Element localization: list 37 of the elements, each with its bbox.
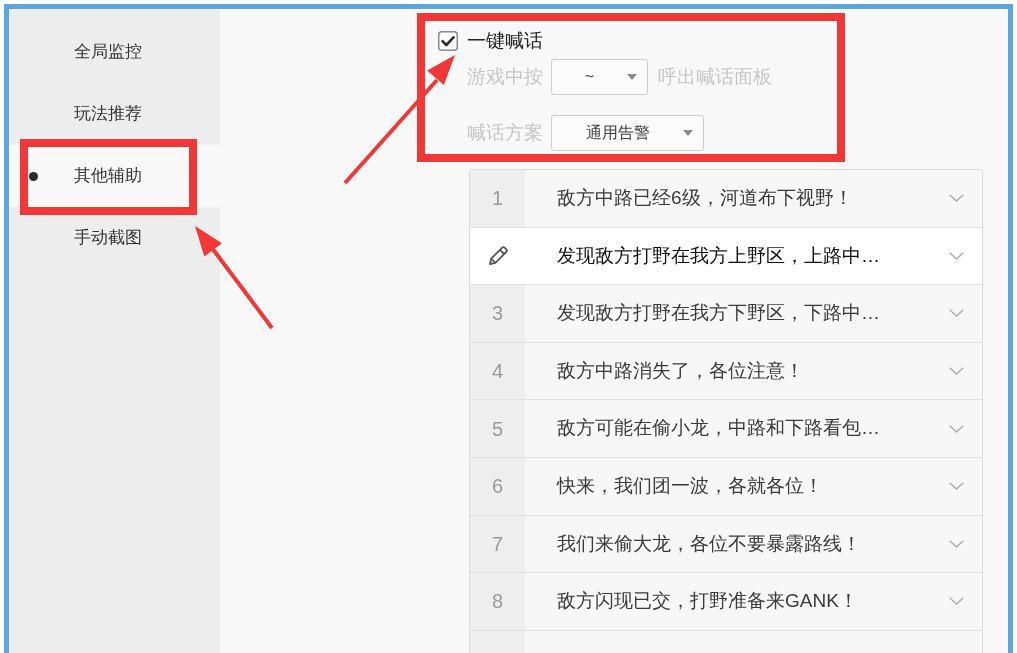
phrase-text: 敌方闪现已交，打野准备来GANK！	[557, 589, 859, 614]
row-number: 4	[491, 359, 504, 385]
phrase-text: 发现敌方打野在我方下野区，下路中…	[557, 301, 881, 326]
sidebar-item[interactable]: 玩法推荐	[74, 101, 142, 127]
phrase-text: 快来，我们团一波，各就各位！	[557, 474, 824, 498]
chevron-down-icon	[949, 194, 964, 203]
row-number: 7	[491, 531, 504, 557]
row-number: 8	[491, 589, 504, 615]
phrase-row[interactable]: 发现敌方打野在我方上野区，上路中…	[470, 227, 982, 286]
sidebar-item[interactable]: 全局监控	[74, 39, 142, 65]
row-number: 5	[491, 416, 504, 442]
chevron-down-icon	[949, 367, 964, 376]
scheme-dropdown[interactable]: 通用告警	[551, 115, 704, 151]
sidebar-item[interactable]: 手动截图	[74, 225, 142, 251]
chevron-down-icon	[949, 597, 964, 606]
phrase-text: 敌方可能在偷小龙，中路和下路看包…	[557, 416, 881, 441]
chevron-down-icon	[949, 539, 964, 548]
row-number: 1	[491, 186, 504, 212]
hotkey-dropdown[interactable]: ~	[551, 59, 648, 95]
phrase-text: 敌方中路消失了，各位注意！	[557, 358, 805, 383]
chevron-down-icon	[949, 251, 964, 260]
phrase-row[interactable]: 1 敌方中路已经6级，河道布下视野！	[470, 170, 982, 228]
chevron-down-icon	[949, 309, 964, 318]
chevron-down-icon	[949, 424, 964, 433]
checkbox[interactable]	[438, 31, 458, 51]
bullet-icon	[29, 171, 38, 181]
caret-icon	[627, 74, 637, 80]
caret-icon	[683, 130, 693, 136]
phrase-text: 发现敌方打野在我方上野区，上路中…	[557, 243, 881, 268]
sidebar-item[interactable]: 其他辅助	[9, 145, 220, 207]
row-number: 3	[491, 301, 504, 327]
phrase-text: 我们来偷大龙，各位不要暴露路线！	[557, 531, 862, 556]
pencil-icon	[486, 244, 509, 267]
phrase-text: 敌方中路已经6级，河道布下视野！	[557, 186, 854, 211]
chevron-down-icon	[949, 482, 964, 491]
row-number: 6	[491, 474, 504, 500]
quick-chat-label: 一键喊话	[467, 30, 543, 52]
